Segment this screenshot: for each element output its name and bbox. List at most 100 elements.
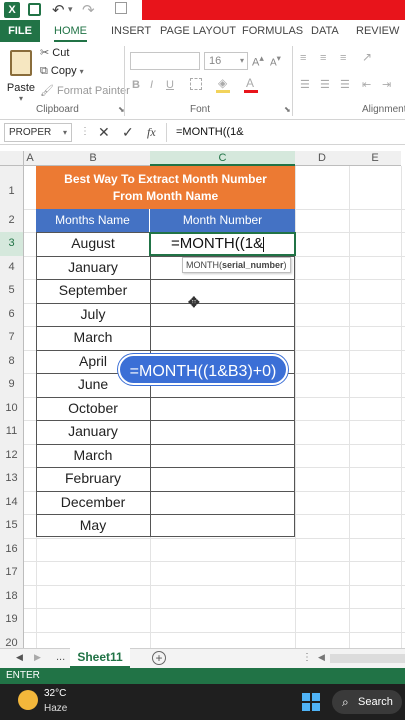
row-header[interactable]: 6 bbox=[0, 302, 24, 326]
month-name-cell[interactable]: January bbox=[36, 256, 150, 280]
formula-input[interactable]: =MONTH((1& bbox=[176, 126, 244, 138]
month-number-cell[interactable] bbox=[150, 420, 295, 444]
excel-logo-icon[interactable]: X bbox=[4, 2, 20, 18]
month-number-cell[interactable] bbox=[150, 326, 295, 350]
cut-button[interactable]: ✂ Cut bbox=[40, 46, 69, 59]
font-size-select[interactable]: 16 ▾ bbox=[204, 52, 248, 70]
month-name-cell[interactable]: March bbox=[36, 444, 150, 468]
month-name-cell[interactable]: December bbox=[36, 491, 150, 515]
tab-formulas[interactable]: FORMULAS bbox=[242, 20, 303, 42]
month-name-cell[interactable]: October bbox=[36, 397, 150, 421]
row-header[interactable]: 18 bbox=[0, 584, 24, 608]
row-header[interactable]: 4 bbox=[0, 255, 24, 279]
row-header[interactable]: 14 bbox=[0, 490, 24, 514]
undo-icon[interactable]: ↶ bbox=[52, 1, 65, 19]
undo-dropdown-icon[interactable]: ▾ bbox=[68, 4, 73, 15]
sheet-scroll-right-icon[interactable]: ▶ bbox=[34, 652, 41, 663]
row-header[interactable]: 13 bbox=[0, 467, 24, 491]
tab-review[interactable]: REVIEW bbox=[356, 20, 399, 42]
italic-button[interactable]: I bbox=[150, 79, 153, 91]
windows-start-icon[interactable] bbox=[302, 693, 320, 711]
orientation-icon[interactable]: ↗ bbox=[362, 50, 372, 64]
month-number-cell[interactable] bbox=[150, 397, 295, 421]
function-tooltip[interactable]: MONTH(serial_number) bbox=[182, 257, 291, 273]
font-color-icon[interactable]: A bbox=[246, 76, 254, 90]
row-header[interactable]: 19 bbox=[0, 608, 24, 632]
row-header[interactable]: 11 bbox=[0, 420, 24, 444]
column-header-d[interactable]: D bbox=[295, 151, 349, 166]
month-number-cell[interactable] bbox=[150, 514, 295, 538]
row-header[interactable]: 1 bbox=[0, 166, 24, 209]
row-header[interactable]: 8 bbox=[0, 349, 24, 373]
tab-insert[interactable]: INSERT bbox=[111, 20, 151, 42]
row-header[interactable]: 9 bbox=[0, 373, 24, 397]
tab-data[interactable]: DATA bbox=[311, 20, 339, 42]
align-left-icon[interactable]: ☰ bbox=[300, 78, 310, 91]
month-number-cell[interactable] bbox=[150, 491, 295, 515]
column-header-a[interactable]: A bbox=[24, 151, 36, 166]
month-number-cell[interactable] bbox=[150, 279, 295, 303]
more-options-icon[interactable]: ⋮ bbox=[80, 126, 90, 137]
align-top-icon[interactable]: ≡ bbox=[300, 52, 306, 64]
month-name-cell[interactable]: May bbox=[36, 514, 150, 538]
column-header-e[interactable]: E bbox=[349, 151, 401, 166]
underline-button[interactable]: U bbox=[166, 79, 174, 91]
row-header[interactable]: 10 bbox=[0, 396, 24, 420]
horizontal-scrollbar[interactable] bbox=[330, 654, 405, 663]
save-icon[interactable] bbox=[28, 3, 41, 16]
cancel-entry-icon[interactable]: ✕ bbox=[98, 124, 110, 141]
insert-function-icon[interactable]: fx bbox=[147, 125, 156, 140]
confirm-entry-icon[interactable]: ✓ bbox=[122, 124, 134, 141]
add-sheet-icon[interactable]: + bbox=[152, 651, 166, 665]
row-header[interactable]: 3 bbox=[0, 232, 24, 256]
month-name-cell[interactable]: March bbox=[36, 326, 150, 350]
align-middle-icon[interactable]: ≡ bbox=[320, 52, 326, 64]
active-cell-c3[interactable]: =MONTH((1& bbox=[149, 232, 296, 256]
align-right-icon[interactable]: ☰ bbox=[340, 78, 350, 91]
sheet-tab-sheet11[interactable]: Sheet11 bbox=[70, 648, 130, 668]
row-header[interactable]: 7 bbox=[0, 326, 24, 350]
grow-font-icon[interactable]: A▴ bbox=[252, 53, 264, 69]
month-number-cell[interactable] bbox=[150, 303, 295, 327]
weather-icon[interactable] bbox=[18, 690, 38, 710]
font-launcher-icon[interactable]: ⬊ bbox=[284, 105, 291, 114]
month-name-cell[interactable]: February bbox=[36, 467, 150, 491]
more-sheets-button[interactable]: ... bbox=[56, 651, 65, 663]
format-painter-button[interactable]: 🖌 Format Painter bbox=[40, 84, 130, 97]
select-all-corner[interactable] bbox=[0, 151, 24, 166]
month-number-cell[interactable] bbox=[150, 444, 295, 468]
month-name-cell[interactable]: January bbox=[36, 420, 150, 444]
tab-file[interactable]: FILE bbox=[0, 20, 40, 42]
outdent-icon[interactable]: ⇥ bbox=[382, 78, 391, 91]
font-family-select[interactable] bbox=[130, 52, 200, 70]
row-header[interactable]: 15 bbox=[0, 514, 24, 538]
row-header[interactable]: 5 bbox=[0, 279, 24, 303]
header-months-name[interactable]: Months Name bbox=[36, 209, 150, 232]
weather-temp[interactable]: 32°C bbox=[44, 688, 66, 699]
taskbar-search-button[interactable]: ⌕ Search bbox=[332, 690, 402, 714]
sheet-scroll-left-icon[interactable]: ◀ bbox=[16, 652, 23, 663]
indent-icon[interactable]: ⇤ bbox=[362, 78, 371, 91]
row-header[interactable]: 12 bbox=[0, 443, 24, 467]
table-title[interactable]: Best Way To Extract Month Number From Mo… bbox=[36, 166, 295, 209]
align-center-icon[interactable]: ☰ bbox=[320, 78, 330, 91]
name-box[interactable]: PROPER ▾ bbox=[4, 123, 72, 142]
month-name-cell[interactable]: August bbox=[36, 232, 150, 256]
tab-home[interactable]: HOME bbox=[54, 20, 87, 42]
bold-button[interactable]: B bbox=[132, 79, 140, 91]
customize-toolbar-icon[interactable] bbox=[115, 2, 127, 14]
copy-button[interactable]: ⧉ Copy ▾ bbox=[40, 65, 84, 78]
redo-icon[interactable]: ↷ bbox=[82, 1, 95, 19]
month-name-cell[interactable]: July bbox=[36, 303, 150, 327]
borders-icon[interactable] bbox=[190, 78, 202, 90]
sheet-options-icon[interactable]: ⋮ bbox=[302, 652, 312, 663]
horizontal-scroll-left-icon[interactable]: ◀ bbox=[318, 652, 325, 663]
column-header-b[interactable]: B bbox=[36, 151, 150, 166]
month-name-cell[interactable]: September bbox=[36, 279, 150, 303]
row-header[interactable]: 17 bbox=[0, 561, 24, 585]
row-header[interactable]: 16 bbox=[0, 537, 24, 561]
header-month-number[interactable]: Month Number bbox=[150, 209, 295, 232]
paste-button[interactable]: Paste ▾ bbox=[6, 50, 36, 106]
shrink-font-icon[interactable]: A▾ bbox=[270, 53, 281, 68]
align-bottom-icon[interactable]: ≡ bbox=[340, 52, 346, 64]
